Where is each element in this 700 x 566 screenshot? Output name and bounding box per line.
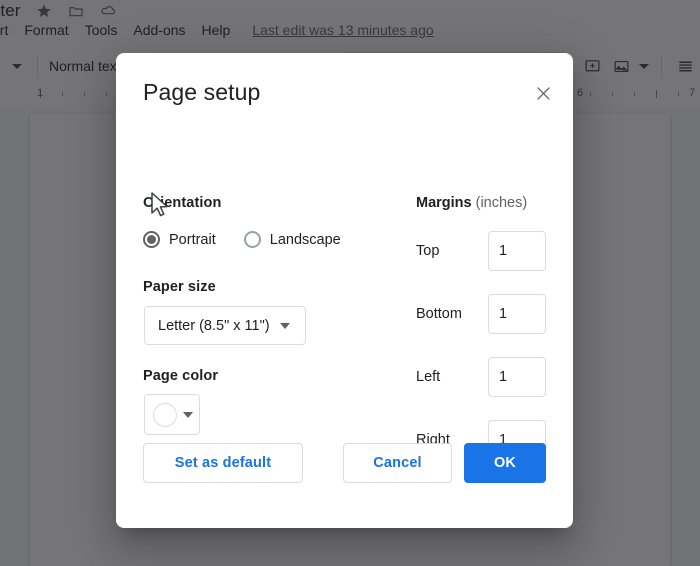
dialog-footer: Set as default Cancel OK [116, 436, 573, 528]
cancel-button[interactable]: Cancel [343, 443, 452, 483]
margins-label-unit: (inches) [472, 195, 528, 211]
radio-landscape-indicator[interactable] [244, 231, 261, 248]
orientation-radio-group: Portrait Landscape [143, 231, 369, 248]
margin-row-bottom: Bottom [416, 294, 573, 334]
paper-size-value: Letter (8.5" x 11") [158, 318, 270, 334]
radio-landscape[interactable]: Landscape [244, 231, 341, 248]
margins-label: Margins (inches) [416, 195, 527, 211]
margin-input-left[interactable] [488, 357, 546, 397]
margin-row-top: Top [416, 231, 573, 271]
dialog-header: Page setup [116, 53, 573, 131]
page-color-select[interactable] [144, 394, 200, 435]
margin-input-top[interactable] [488, 231, 546, 271]
page-color-label: Page color [143, 368, 218, 384]
ok-button[interactable]: OK [464, 443, 546, 483]
page-title: Page setup [143, 79, 260, 106]
chevron-down-icon-color [183, 412, 193, 418]
page-color-swatch [153, 403, 177, 427]
app-root: etter ert Format Tools Add-ons Help Last… [0, 0, 700, 566]
margin-label-top: Top [416, 243, 488, 259]
set-as-default-button[interactable]: Set as default [143, 443, 303, 483]
chevron-down-icon [280, 323, 290, 329]
page-setup-dialog: Page setup Orientation Portrait Landscap… [116, 53, 573, 528]
margins-label-bold: Margins [416, 195, 472, 211]
radio-portrait[interactable]: Portrait [143, 231, 216, 248]
radio-portrait-indicator[interactable] [143, 231, 160, 248]
dialog-body: Orientation Portrait Landscape Paper siz… [116, 131, 573, 451]
radio-landscape-label: Landscape [270, 232, 341, 248]
margin-label-left: Left [416, 369, 488, 385]
orientation-label: Orientation [143, 195, 221, 211]
radio-portrait-label: Portrait [169, 232, 216, 248]
close-icon[interactable] [529, 79, 557, 107]
margin-input-bottom[interactable] [488, 294, 546, 334]
margin-label-bottom: Bottom [416, 306, 488, 322]
margin-row-left: Left [416, 357, 573, 397]
paper-size-label: Paper size [143, 279, 216, 295]
paper-size-select[interactable]: Letter (8.5" x 11") [144, 306, 306, 345]
